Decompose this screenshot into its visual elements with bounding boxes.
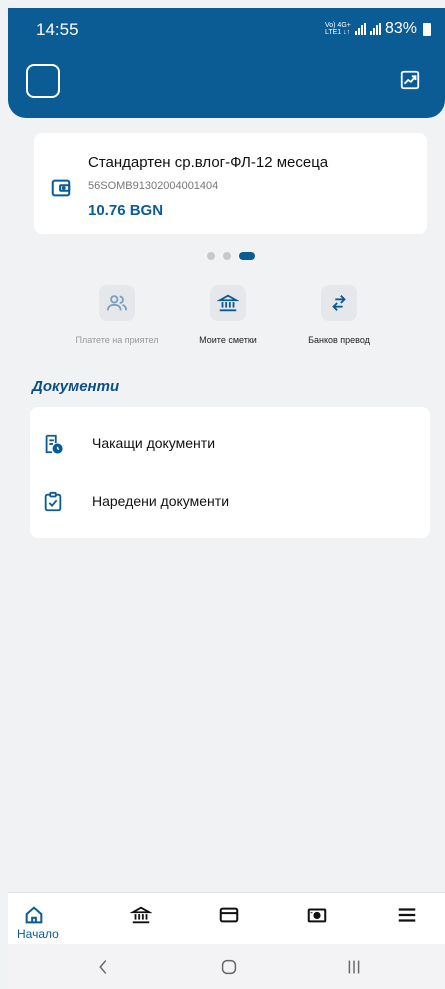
cash-icon — [307, 908, 327, 923]
carousel-dot-active[interactable] — [239, 252, 255, 260]
carousel-dot[interactable] — [207, 252, 215, 260]
trending-up-icon[interactable] — [399, 69, 421, 91]
wallet-icon — [51, 179, 71, 197]
bank-icon — [130, 906, 152, 924]
account-card[interactable]: Стандартен ср.влог-ФЛ-12 месеца 56SOMB91… — [34, 133, 427, 234]
nav-item-label: Начало — [17, 927, 59, 941]
signal-icon-2 — [369, 23, 381, 35]
battery-percent: 83% — [384, 20, 417, 37]
account-balance: 10.76 BGN — [88, 202, 164, 219]
documents-title: Документи — [32, 378, 120, 395]
top-strip — [0, 0, 445, 8]
quick-action-bank-transfer[interactable]: Банков превод — [294, 285, 384, 346]
battery-icon — [423, 22, 431, 36]
account-name: Стандартен ср.влог-ФЛ-12 месеца — [88, 154, 329, 171]
network-type: Vo) 4G+ LTE1 ↓↑ — [324, 22, 351, 36]
nav-item-accounts[interactable] — [118, 893, 168, 945]
users-icon — [99, 285, 135, 321]
nav-item-home[interactable]: Начало — [8, 893, 88, 945]
app-header: 14:55 Vo) 4G+ LTE1 ↓↑ 83% — [8, 8, 445, 118]
pending-document-icon — [45, 434, 63, 454]
document-label: Наредени документи — [92, 493, 230, 509]
quick-action-pay-friend[interactable]: Платете на приятел — [72, 285, 162, 346]
bank-icon — [210, 285, 246, 321]
status-time: 14:55 — [36, 20, 79, 39]
quick-action-my-accounts[interactable]: Моите сметки — [183, 285, 273, 346]
signal-icon — [354, 23, 366, 35]
square-outline-icon[interactable] — [26, 64, 60, 98]
status-indicators: Vo) 4G+ LTE1 ↓↑ 83% — [325, 20, 431, 38]
system-nav-bar — [8, 944, 445, 989]
nav-item-cards[interactable] — [206, 893, 256, 945]
nav-item-menu[interactable] — [384, 893, 434, 945]
card-icon — [219, 907, 239, 923]
account-iban: 56SOMB91302004001404 — [88, 180, 219, 192]
quick-action-label: Моите сметки — [199, 335, 257, 345]
document-label: Чакащи документи — [92, 435, 216, 451]
document-row-ordered[interactable]: Наредени документи — [30, 477, 430, 527]
bottom-nav: Начало — [8, 892, 445, 944]
menu-icon — [398, 908, 416, 922]
home-button-icon[interactable] — [218, 956, 240, 978]
carousel-dot[interactable] — [223, 252, 231, 260]
documents-card: Чакащи документи Наредени документи — [30, 407, 430, 538]
quick-action-label: Банков превод — [308, 335, 370, 345]
clipboard-check-icon — [44, 491, 62, 512]
document-row-pending[interactable]: Чакащи документи — [30, 419, 430, 469]
nav-item-cash[interactable] — [294, 893, 344, 945]
quick-action-label: Платете на приятел — [75, 335, 159, 345]
back-icon[interactable] — [92, 956, 114, 978]
home-icon — [25, 906, 43, 924]
recents-icon[interactable] — [343, 956, 365, 978]
transfer-arrows-icon — [321, 285, 357, 321]
carousel-dots — [207, 252, 255, 260]
